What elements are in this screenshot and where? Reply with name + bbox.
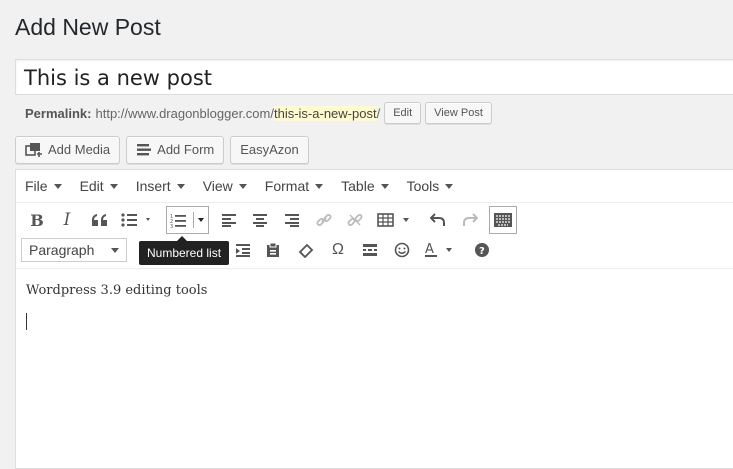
indent-icon[interactable] xyxy=(232,236,254,264)
permalink-row: Permalink: http://www.dragonblogger.com/… xyxy=(25,101,492,125)
text-color-icon[interactable]: A xyxy=(423,236,459,264)
menu-file[interactable]: File xyxy=(16,178,71,194)
text-cursor xyxy=(26,313,27,330)
link-icon[interactable] xyxy=(313,206,335,234)
easyazon-button[interactable]: EasyAzon xyxy=(230,136,309,164)
bulleted-list-icon[interactable] xyxy=(120,206,154,234)
menu-format[interactable]: Format xyxy=(256,178,332,194)
table-icon[interactable] xyxy=(375,206,415,234)
blockquote-icon[interactable] xyxy=(88,206,112,234)
menu-format-label: Format xyxy=(264,178,310,194)
chevron-down-icon xyxy=(380,183,389,189)
italic-icon[interactable]: I xyxy=(56,206,78,234)
editor-menubar: File Edit Insert View Format Table Tools xyxy=(16,170,733,203)
chevron-down-icon xyxy=(53,183,62,189)
menu-file-label: File xyxy=(25,178,48,194)
format-select[interactable]: Paragraph xyxy=(21,238,127,262)
help-icon[interactable]: ? xyxy=(471,236,493,264)
align-left-icon[interactable] xyxy=(218,206,240,234)
menu-tools-label: Tools xyxy=(406,178,440,194)
read-more-icon[interactable] xyxy=(359,236,381,264)
redo-icon[interactable] xyxy=(459,206,481,234)
menu-edit[interactable]: Edit xyxy=(71,178,127,194)
chevron-down-icon xyxy=(111,247,119,253)
emoticon-icon[interactable] xyxy=(391,236,413,264)
permalink-slug[interactable]: this-is-a-new-post xyxy=(273,105,377,121)
permalink-label: Permalink: xyxy=(25,105,92,121)
menu-tools[interactable]: Tools xyxy=(398,178,463,194)
svg-text:A: A xyxy=(425,242,434,257)
add-media-icon xyxy=(25,142,43,158)
add-form-button[interactable]: Add Form xyxy=(126,136,225,164)
align-center-icon[interactable] xyxy=(249,206,271,234)
editor-content-text[interactable]: Wordpress 3.9 editing tools xyxy=(26,283,207,298)
chevron-down-icon xyxy=(238,183,247,189)
numbered-list-icon[interactable]: 123 xyxy=(166,206,209,234)
svg-text:3: 3 xyxy=(170,224,173,228)
menu-insert-label: Insert xyxy=(135,178,171,194)
add-media-label: Add Media xyxy=(48,142,111,157)
page-title: Add New Post xyxy=(15,14,161,40)
align-right-icon[interactable] xyxy=(281,206,303,234)
menu-view-label: View xyxy=(202,178,233,194)
paste-as-text-icon[interactable] xyxy=(262,236,284,264)
add-form-icon xyxy=(136,143,152,157)
undo-icon[interactable] xyxy=(427,206,449,234)
permalink-edit-button[interactable]: Edit xyxy=(384,102,422,124)
permalink-base-url: http://www.dragonblogger.com/ xyxy=(95,105,274,121)
editor-toolbar-1: B I 123 xyxy=(16,206,733,234)
permalink-suffix: / xyxy=(376,105,381,121)
editor: File Edit Insert View Format Table Tools… xyxy=(15,169,733,469)
menu-edit-label: Edit xyxy=(79,178,104,194)
chevron-down-icon xyxy=(315,183,324,189)
bold-icon[interactable]: B xyxy=(26,206,48,234)
chevron-down-icon xyxy=(176,183,185,189)
editor-toolbar-2: Paragraph Ω A ? xyxy=(16,236,733,264)
menu-table-label: Table xyxy=(341,178,375,194)
format-select-value: Paragraph xyxy=(29,242,95,258)
unlink-icon[interactable] xyxy=(344,206,366,234)
chevron-down-icon xyxy=(445,183,454,189)
easyazon-label: EasyAzon xyxy=(240,142,299,157)
content-separator xyxy=(16,268,733,269)
menu-table[interactable]: Table xyxy=(332,178,397,194)
svg-text:?: ? xyxy=(479,246,485,257)
view-post-button[interactable]: View Post xyxy=(425,102,492,124)
post-title-input[interactable]: This is a new post xyxy=(15,59,733,95)
menu-insert[interactable]: Insert xyxy=(127,178,194,194)
chevron-down-icon xyxy=(109,183,118,189)
numbered-list-tooltip: Numbered list xyxy=(139,236,230,265)
menu-view[interactable]: View xyxy=(194,178,256,194)
add-media-button[interactable]: Add Media xyxy=(15,136,121,164)
clear-formatting-icon[interactable] xyxy=(295,236,317,264)
media-buttons: Add Media Add Form EasyAzon xyxy=(15,136,309,164)
special-character-icon[interactable]: Ω xyxy=(327,236,349,264)
kitchen-sink-icon[interactable] xyxy=(489,206,517,234)
add-form-label: Add Form xyxy=(157,142,215,157)
